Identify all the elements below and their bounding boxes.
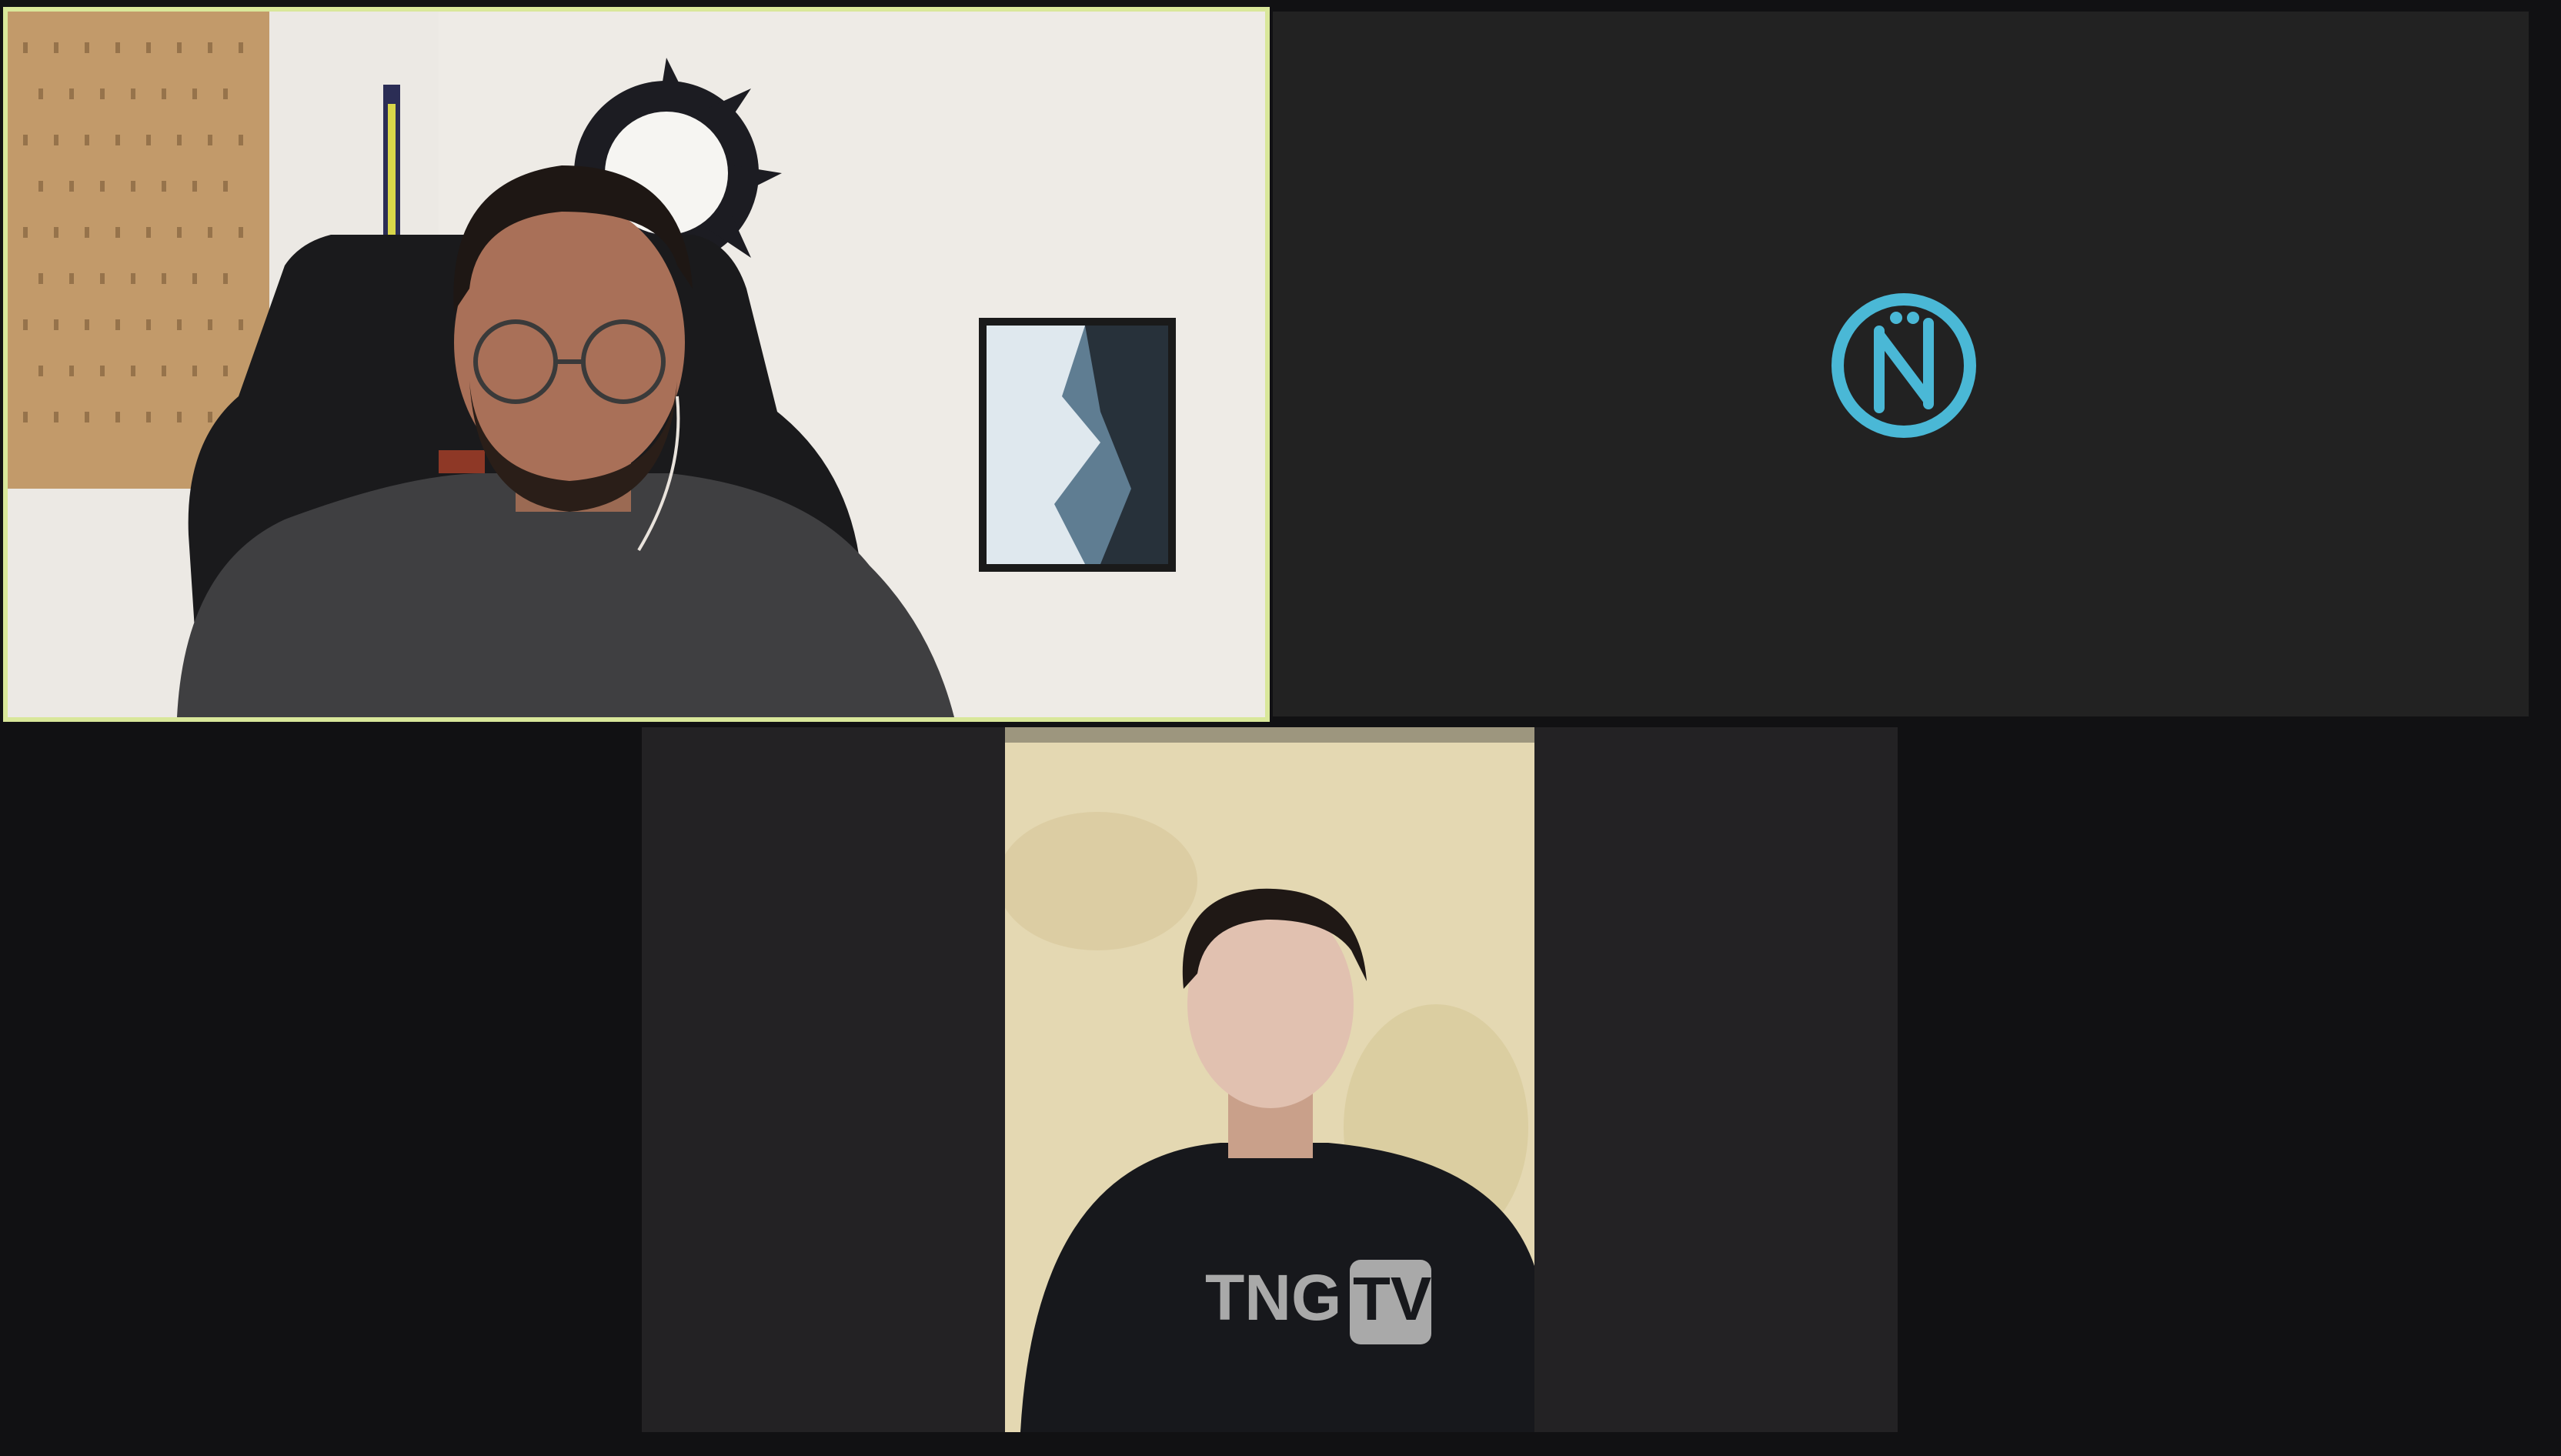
participant-video-tile-1[interactable] [3,7,1270,722]
shirt-text-left: TNG [1205,1261,1341,1334]
participant-avatar-tile-2[interactable] [1273,12,2529,716]
meeting-gallery-view: TNG TV [0,0,2561,1456]
participant-video-tile-3[interactable]: TNG TV [642,727,1898,1432]
participant-video-feed-1 [8,12,1265,717]
participant-video-feed-3: TNG TV [1005,727,1534,1432]
shirt-text-right: TV [1353,1264,1431,1333]
nw-logo-icon [1831,293,1976,438]
